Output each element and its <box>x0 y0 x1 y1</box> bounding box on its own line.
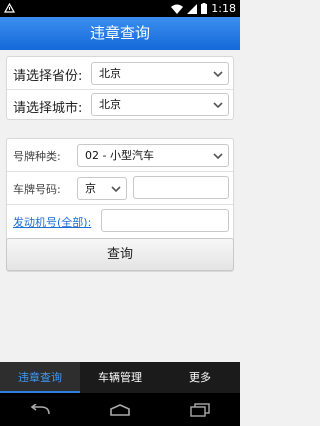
tab-more[interactable]: 更多 <box>160 362 240 393</box>
province-value: 北京 <box>99 67 121 80</box>
city-label: 请选择城市: <box>13 101 83 116</box>
status-bar: 1:18 <box>0 0 240 17</box>
signal-icon <box>187 3 198 14</box>
tab-violation-query[interactable]: 违章查询 <box>0 362 80 393</box>
query-button[interactable]: 查询 <box>6 238 234 271</box>
plate-type-row: 号牌种类: 02 - 小型汽车 <box>7 139 233 171</box>
wifi-icon <box>171 4 184 14</box>
engine-row: 发动机号(全部): <box>7 205 233 237</box>
back-button[interactable] <box>20 398 60 422</box>
page-title: 违章查询 <box>0 17 240 50</box>
plate-prefix-select[interactable]: 京 <box>77 177 127 200</box>
engine-number-link[interactable]: 发动机号(全部): <box>13 214 91 230</box>
chevron-down-icon <box>213 71 223 78</box>
plate-type-value: 02 - 小型汽车 <box>85 149 154 162</box>
city-value: 北京 <box>99 98 121 111</box>
plate-number-label: 车牌号码: <box>13 183 61 196</box>
recent-apps-icon <box>190 402 210 417</box>
plate-type-label: 号牌种类: <box>13 150 61 163</box>
back-icon <box>30 403 50 414</box>
location-card: 请选择省份: 北京 请选择城市: 北京 <box>6 56 234 120</box>
android-debug-icon <box>4 3 15 13</box>
province-row: 请选择省份: 北京 <box>7 57 233 89</box>
chevron-down-icon <box>111 186 121 193</box>
chevron-down-icon <box>213 153 223 160</box>
recent-apps-button[interactable] <box>180 398 220 422</box>
city-select[interactable]: 北京 <box>91 93 229 116</box>
plate-number-row: 车牌号码: 京 <box>7 172 233 204</box>
plate-type-select[interactable]: 02 - 小型汽车 <box>77 144 229 167</box>
battery-icon <box>201 3 208 14</box>
home-button[interactable] <box>100 398 140 422</box>
status-time: 1:18 <box>211 2 236 15</box>
city-row: 请选择城市: 北京 <box>7 90 233 121</box>
system-nav-bar <box>0 393 240 426</box>
plate-prefix-value: 京 <box>85 182 96 195</box>
chevron-down-icon <box>213 102 223 109</box>
province-select[interactable]: 北京 <box>91 62 229 85</box>
home-icon <box>110 403 130 416</box>
province-label: 请选择省份: <box>13 69 83 84</box>
plate-number-input[interactable] <box>133 176 229 199</box>
engine-number-input[interactable] <box>101 209 229 232</box>
tab-vehicle-management[interactable]: 车辆管理 <box>80 362 160 393</box>
bottom-tab-bar: 违章查询 车辆管理 更多 <box>0 362 240 393</box>
